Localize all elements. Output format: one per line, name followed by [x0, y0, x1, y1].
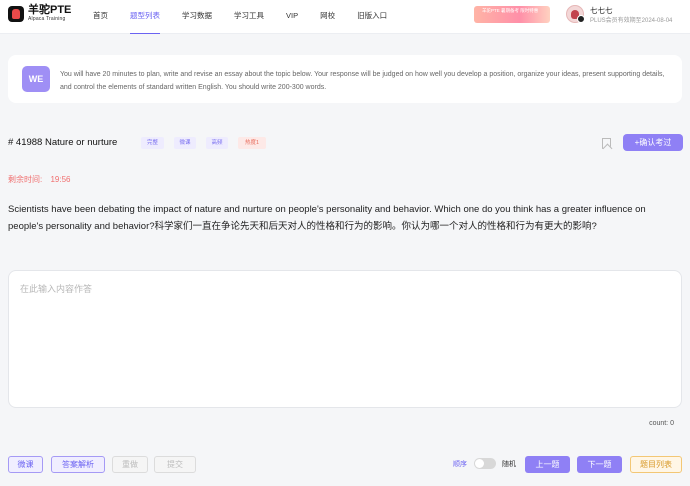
confirm-tested-button[interactable]: +确认考过: [623, 134, 683, 151]
alpaca-logo-icon: [8, 5, 24, 22]
nav-old-version[interactable]: 旧版入口: [357, 0, 387, 34]
essay-answer-input[interactable]: [8, 270, 682, 408]
redo-button[interactable]: 重做: [112, 456, 148, 473]
brand-name: 羊驼PTE: [28, 4, 72, 16]
vip-badge-icon: [577, 15, 585, 23]
essay-prompt: Scientists have been debating the impact…: [8, 204, 646, 232]
answer-analysis-button[interactable]: 答案解析: [51, 456, 105, 473]
membership-status: PLUS会员有效期至2024-08-04: [590, 18, 673, 24]
nav-study-data[interactable]: 学习数据: [182, 0, 212, 34]
nav-study-tools[interactable]: 学习工具: [234, 0, 264, 34]
brand-tagline: Alpaca Training: [28, 16, 66, 22]
promo-banner-text: 羊驼PTE 暑期备考 限时特惠: [482, 8, 539, 13]
tag-micro-lesson[interactable]: 微课: [174, 137, 196, 149]
nav-online-school[interactable]: 网校: [320, 0, 335, 34]
main-nav: 首页 题型列表 学习数据 学习工具 VIP 网校 旧版入口: [93, 0, 409, 34]
bookmark-icon[interactable]: [602, 138, 611, 149]
order-random-toggle[interactable]: [474, 458, 496, 469]
nav-vip[interactable]: VIP: [286, 0, 298, 34]
previous-question-button[interactable]: 上一题: [525, 456, 570, 473]
word-count-label: count:: [649, 420, 669, 427]
tag-popularity: 热度1: [238, 137, 266, 149]
next-question-button[interactable]: 下一题: [577, 456, 622, 473]
question-type-badge: WE: [22, 66, 50, 92]
random-label: 随机: [502, 461, 516, 468]
instruction-card: WE You will have 20 minutes to plan, wri…: [8, 55, 682, 103]
remaining-time-value: 19:56: [50, 175, 71, 184]
question-title: # 41988 Nature or nurture: [8, 137, 118, 148]
word-count-value: 0: [670, 420, 674, 427]
remaining-time: 剩余时间: 19:56: [8, 174, 71, 185]
micro-lesson-button[interactable]: 微课: [8, 456, 43, 473]
tag-complete: 完整: [141, 137, 164, 149]
remaining-time-label: 剩余时间:: [8, 175, 43, 184]
word-count: count: 0: [649, 420, 674, 427]
submit-button[interactable]: 提交: [154, 456, 196, 473]
question-list-button[interactable]: 题目列表: [630, 456, 682, 473]
order-label: 顺序: [453, 461, 467, 468]
tag-high-frequency: 高频: [206, 137, 228, 149]
nav-question-types[interactable]: 题型列表: [130, 0, 160, 34]
instruction-text: You will have 20 minutes to plan, write …: [60, 71, 665, 91]
promo-banner[interactable]: 羊驼PTE 暑期备考 限时特惠: [474, 6, 550, 23]
brand-logo[interactable]: 羊驼PTE Alpaca Training: [8, 5, 71, 22]
top-navbar: 羊驼PTE Alpaca Training 首页 题型列表 学习数据 学习工具 …: [0, 0, 690, 34]
nav-home[interactable]: 首页: [93, 0, 108, 34]
